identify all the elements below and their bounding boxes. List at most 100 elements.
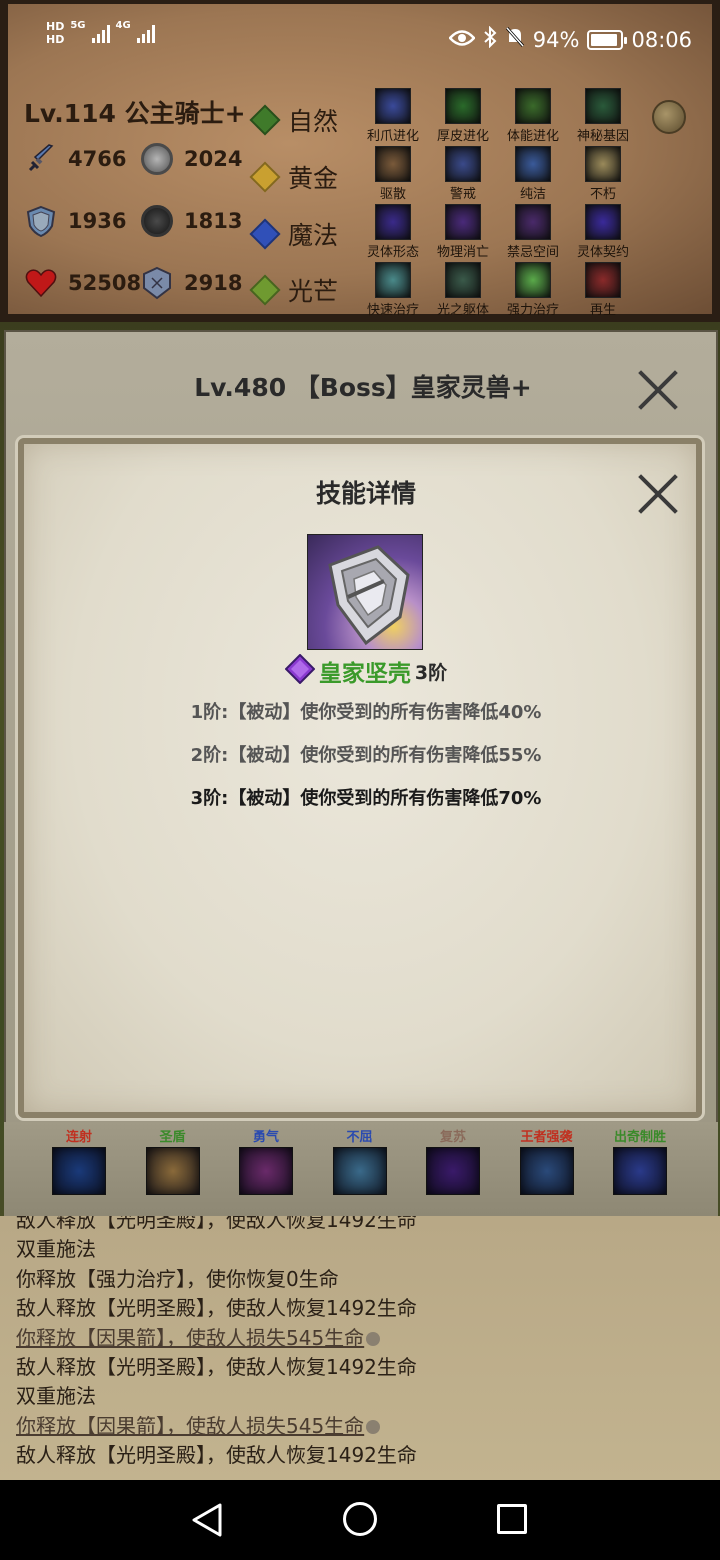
player-skill[interactable]: 体能进化 xyxy=(498,88,568,144)
rune-shield-icon xyxy=(140,266,174,300)
player-skill[interactable]: 警戒 xyxy=(428,146,498,202)
player-skill[interactable]: 灵体契约 xyxy=(568,204,638,260)
player-skill-label: 体能进化 xyxy=(506,129,559,144)
signal-icon xyxy=(91,23,110,43)
boss-skill-label: 圣盾 xyxy=(159,1130,186,1145)
player-skill-label: 物理消亡 xyxy=(436,245,489,260)
boss-skill-icon xyxy=(239,1147,293,1195)
boss-skill[interactable]: 不屈 xyxy=(325,1126,395,1195)
player-skill-icon xyxy=(515,88,551,124)
sword-icon xyxy=(24,142,58,176)
shield-skill-icon xyxy=(307,534,423,650)
player-skill[interactable]: 不朽 xyxy=(568,146,638,202)
boss-skill[interactable]: 圣盾 xyxy=(138,1126,208,1195)
player-skill-icon xyxy=(375,146,411,182)
player-skill-grid: 利爪进化 厚皮进化 体能进化 神秘基因驱散 警戒 纯洁 不朽灵体形态 物理消亡 禁忌空间 灵体契约… xyxy=(358,88,648,318)
boss-skill[interactable]: 勇气 xyxy=(231,1126,301,1195)
skill-tier-3: 3阶:【被动】使你受到的所有伤害降低70% xyxy=(190,788,542,809)
boss-skill-label: 勇气 xyxy=(252,1130,279,1145)
player-skill-icon xyxy=(515,204,551,240)
attack-stat: 4766 xyxy=(24,142,126,176)
boss-skill-label: 连射 xyxy=(65,1130,92,1145)
player-skill[interactable]: 驱散 xyxy=(358,146,428,202)
element-nature: 自然 xyxy=(249,102,338,138)
dark-coin-stat: 1813 xyxy=(140,204,242,238)
silver-coin-stat: 2024 xyxy=(140,142,242,176)
network-5g-label: 5G xyxy=(70,20,86,31)
player-skill-icon xyxy=(445,146,481,182)
log-line: 敌人释放【光明圣殿】，使敌人恢复1492生命 xyxy=(16,1216,417,1232)
purple-gem-icon xyxy=(284,653,316,688)
boss-skill-bar: 连射 圣盾 勇气 不屈 复苏 王者强袭 出奇制胜 xyxy=(4,1122,718,1216)
back-triangle-icon[interactable] xyxy=(190,1502,224,1542)
log-line: 你释放【强力治疗】，使你恢复0生命 xyxy=(16,1266,339,1291)
player-skill[interactable]: 光之躯体 xyxy=(428,262,498,318)
battery-percent: 94% xyxy=(532,27,580,52)
player-skill[interactable]: 物理消亡 xyxy=(428,204,498,260)
player-skill[interactable]: 灵体形态 xyxy=(358,204,428,260)
boss-skill[interactable]: 出奇制胜 xyxy=(605,1126,675,1195)
blue-gem-icon xyxy=(249,218,281,250)
skill-detail-title: 技能详情 xyxy=(315,479,416,508)
boss-skill[interactable]: 连射 xyxy=(44,1126,114,1195)
battery-icon xyxy=(587,29,628,50)
player-skill-icon xyxy=(585,146,621,182)
hp-stat: 52508 xyxy=(24,266,141,300)
signal-icon-2 xyxy=(136,23,155,43)
player-skill-label: 驱散 xyxy=(379,187,406,202)
log-line[interactable]: 你释放【因果箭】，使敌人损失545生命 xyxy=(16,1412,720,1441)
player-skill[interactable]: 纯洁 xyxy=(498,146,568,202)
boss-skill-icon xyxy=(52,1147,106,1195)
hd-indicator: HD HD xyxy=(46,20,65,46)
lime-gem-icon xyxy=(249,274,281,306)
boss-skill-label: 王者强袭 xyxy=(520,1130,573,1145)
player-skill-label: 快速治疗 xyxy=(366,303,419,318)
dark-coin-value: 1813 xyxy=(184,209,243,233)
navigation-bar xyxy=(0,1480,720,1560)
boss-skill-label: 不屈 xyxy=(346,1130,373,1145)
log-line[interactable]: 你释放【因果箭】，使敌人损失545生命 xyxy=(16,1324,720,1353)
player-skill-label: 再生 xyxy=(589,303,616,318)
player-skill[interactable]: 再生 xyxy=(568,262,638,318)
player-skill-icon xyxy=(375,262,411,298)
player-skill-icon xyxy=(445,262,481,298)
eye-icon xyxy=(448,28,476,52)
hp-value: 52508 xyxy=(68,271,142,295)
boss-skill-label: 复苏 xyxy=(439,1130,466,1145)
player-skill-icon xyxy=(515,262,551,298)
defense-stat: 1936 xyxy=(24,204,126,238)
mute-bell-icon xyxy=(505,26,525,53)
green-gem-icon xyxy=(249,104,281,136)
orb-icon[interactable] xyxy=(652,100,686,134)
recent-apps-square-icon[interactable] xyxy=(497,1504,527,1534)
player-title: Lv.114 公主骑士+ xyxy=(24,99,246,128)
player-skill[interactable]: 快速治疗 xyxy=(358,262,428,318)
player-skill[interactable]: 利爪进化 xyxy=(358,88,428,144)
network-4g-label: 4G xyxy=(115,20,131,31)
heart-icon xyxy=(24,266,58,300)
player-skill[interactable]: 禁忌空间 xyxy=(498,204,568,260)
battle-log[interactable]: 敌人释放【光明圣殿】，使敌人恢复1492生命 双重施法 你释放【强力治疗】，使你恢复… xyxy=(0,1216,720,1480)
home-circle-icon[interactable] xyxy=(343,1502,377,1536)
boss-skill[interactable]: 复苏 xyxy=(418,1126,488,1195)
log-line: 双重施法 xyxy=(16,1384,96,1409)
element-gold: 黄金 xyxy=(249,159,338,195)
skill-detail-close-button[interactable] xyxy=(636,472,680,516)
boss-dialog-close-button[interactable] xyxy=(636,368,680,412)
player-skill[interactable]: 强力治疗 xyxy=(498,262,568,318)
player-skill-label: 强力治疗 xyxy=(506,303,559,318)
boss-skill-icon xyxy=(145,1147,200,1195)
player-skill[interactable]: 神秘基因 xyxy=(568,88,638,144)
boss-title: Lv.480 【Boss】皇家灵兽+ xyxy=(194,373,532,402)
info-dot-icon xyxy=(366,1420,381,1435)
rune-value: 2918 xyxy=(184,271,243,295)
player-skill-icon xyxy=(515,146,551,182)
boss-skill-label: 出奇制胜 xyxy=(613,1130,666,1145)
log-line: 敌人释放【光明圣殿】，使敌人恢复1492生命 xyxy=(16,1296,417,1321)
player-skill-icon xyxy=(375,204,411,240)
player-skill[interactable]: 厚皮进化 xyxy=(428,88,498,144)
boss-skill[interactable]: 王者强袭 xyxy=(512,1126,582,1195)
rune-stat: 2918 xyxy=(140,266,242,300)
status-bar: HD HD 5G 4G 94% 08:06 xyxy=(0,0,720,80)
player-skill-label: 警戒 xyxy=(449,187,476,202)
